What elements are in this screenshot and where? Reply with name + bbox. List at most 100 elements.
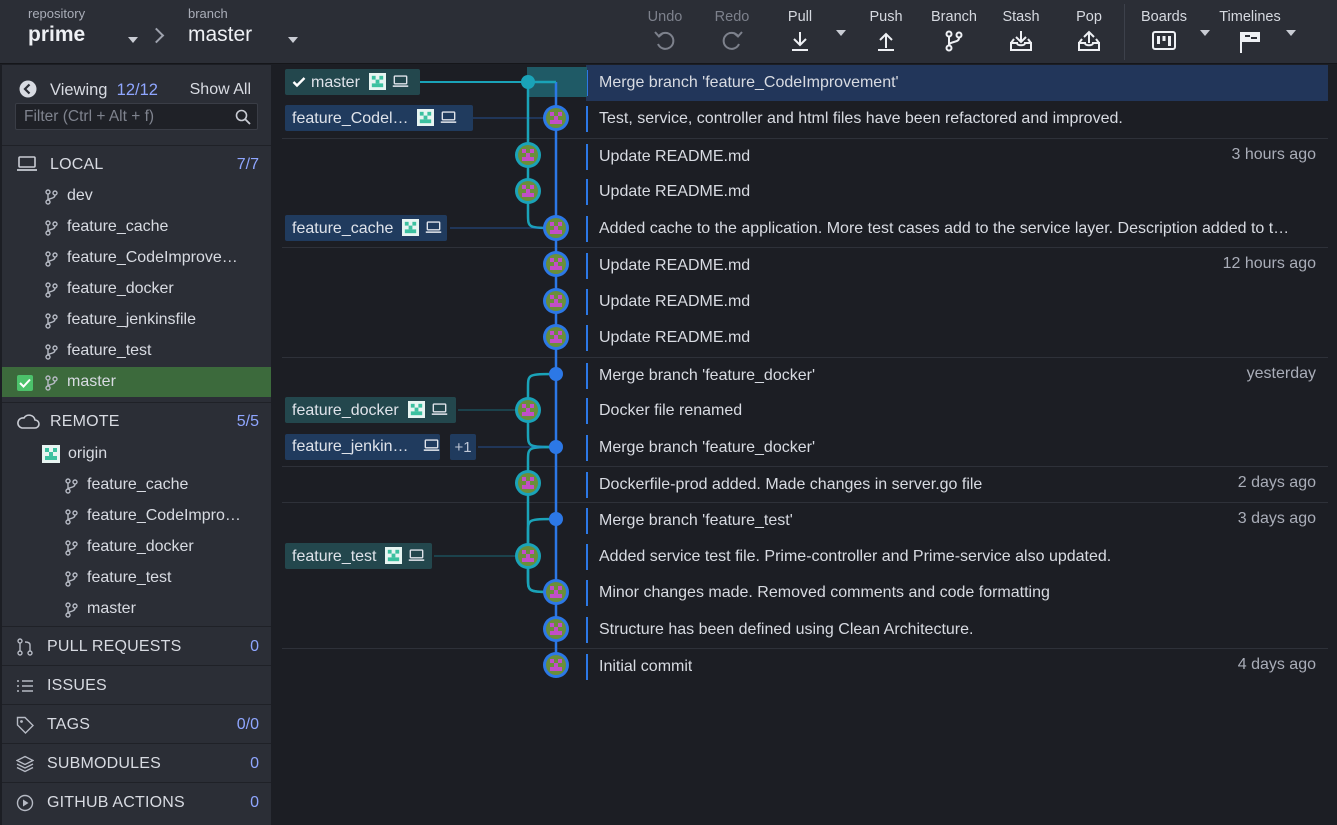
remote-branch-item[interactable]: feature_cache — [2, 470, 271, 500]
repository-name[interactable]: prime — [28, 23, 85, 47]
remote-branch-item[interactable]: feature_docker — [2, 532, 271, 562]
local-branch-item[interactable]: feature_jenkinsfile — [2, 305, 271, 335]
commit-avatar[interactable] — [515, 543, 541, 569]
stash-button[interactable]: Stash — [996, 0, 1046, 63]
commit-message-cell[interactable]: Initial commit 4 days ago — [586, 649, 1328, 685]
commit-message-cell[interactable]: Structure has been defined using Clean A… — [586, 612, 1328, 648]
commit-avatar[interactable] — [543, 288, 569, 314]
local-branch-item[interactable]: feature_test — [2, 336, 271, 366]
branch-ref-label[interactable]: master — [285, 69, 420, 95]
filter-placeholder: Filter (Ctrl + Alt + f) — [24, 108, 155, 125]
pop-button[interactable]: Pop — [1064, 0, 1114, 63]
commit-message: Dockerfile-prod added. Made changes in s… — [599, 476, 983, 493]
play-circle-icon — [16, 794, 34, 816]
merge-commit-dot[interactable] — [549, 512, 563, 526]
filter-input[interactable]: Filter (Ctrl + Alt + f) — [15, 103, 258, 130]
tags-section[interactable]: TAGS 0/0 — [2, 704, 271, 743]
commit-avatar[interactable] — [543, 616, 569, 642]
commit-message-cell[interactable]: Test, service, controller and html files… — [586, 101, 1328, 137]
commit-avatar[interactable] — [543, 652, 569, 678]
branch-ref-label[interactable]: feature_test — [285, 543, 432, 569]
commit-avatar[interactable] — [543, 215, 569, 241]
boards-button[interactable]: Boards — [1136, 0, 1192, 63]
local-section-header[interactable]: LOCAL 7/7 — [2, 145, 271, 181]
local-branch-item[interactable]: master — [2, 367, 271, 397]
commit-message-cell[interactable]: Update README.md 12 hours ago — [586, 248, 1328, 284]
branch-dropdown-icon[interactable] — [288, 37, 298, 43]
commit-message-cell[interactable]: Added cache to the application. More tes… — [586, 211, 1328, 247]
remote-origin[interactable]: origin — [2, 439, 271, 469]
more-refs-badge[interactable]: +1 — [450, 434, 476, 460]
commit-message-cell[interactable]: Update README.md 3 hours ago — [586, 139, 1328, 175]
github-actions-section[interactable]: GITHUB ACTIONS 0 — [2, 782, 271, 821]
commit-message-cell[interactable]: Merge branch 'feature_CodeImprovement' — [586, 65, 1328, 101]
pop-label: Pop — [1076, 9, 1102, 25]
merge-commit-dot[interactable] — [549, 367, 563, 381]
commit-avatar[interactable] — [515, 397, 541, 423]
commit-message-cell[interactable]: Update README.md — [586, 284, 1328, 320]
commit-message-cell[interactable]: Merge branch 'feature_docker' — [586, 430, 1328, 466]
commit-message-cell[interactable]: Update README.md — [586, 320, 1328, 356]
commit-avatar[interactable] — [515, 142, 541, 168]
laptop-icon — [426, 221, 442, 233]
checked-checkbox-icon[interactable] — [17, 375, 33, 391]
undo-button[interactable]: Undo — [640, 0, 690, 63]
local-branch-item[interactable]: feature_cache — [2, 212, 271, 242]
commit-message-cell[interactable]: Added service test file. Prime-controlle… — [586, 539, 1328, 575]
branch-icon — [45, 282, 58, 298]
branch-icon — [45, 375, 58, 391]
branch-name[interactable]: master — [188, 23, 252, 47]
local-branch-item[interactable]: feature_docker — [2, 274, 271, 304]
commit-avatar[interactable] — [543, 105, 569, 131]
pull-button[interactable]: Pull — [776, 0, 824, 63]
merge-commit-dot[interactable] — [549, 440, 563, 454]
commit-time: 4 days ago — [1237, 656, 1316, 673]
commit-message: Merge branch 'feature_CodeImprovement' — [599, 74, 899, 91]
local-branch-item[interactable]: dev — [2, 181, 271, 211]
remote-branch-item[interactable]: feature_CodeImpro… — [2, 501, 271, 531]
commit-message: Update README.md — [599, 183, 751, 200]
branch-selector[interactable]: branch master — [188, 6, 252, 47]
local-branch-item[interactable]: feature_CodeImprove… — [2, 243, 271, 273]
commit-time: 12 hours ago — [1222, 255, 1316, 272]
branch-ref-label[interactable]: feature_jenkin… — [285, 434, 440, 460]
commit-message-cell[interactable]: Minor changes made. Removed comments and… — [586, 575, 1328, 611]
pull-options-icon[interactable] — [836, 30, 846, 36]
branch-ref-label[interactable]: feature_docker — [285, 397, 456, 423]
commit-avatar[interactable] — [543, 324, 569, 350]
commit-avatar[interactable] — [515, 178, 541, 204]
commit-message-cell[interactable]: Dockerfile-prod added. Made changes in s… — [586, 467, 1328, 503]
download-arrow-icon — [792, 32, 808, 51]
commit-avatar[interactable] — [543, 251, 569, 277]
timelines-button[interactable]: Timelines — [1214, 0, 1286, 63]
origin-avatar-icon — [42, 445, 60, 463]
back-arrow-icon[interactable] — [19, 80, 37, 98]
remote-section-header[interactable]: REMOTE 5/5 — [2, 402, 271, 438]
commit-message-cell[interactable]: Merge branch 'feature_test' 3 days ago — [586, 503, 1328, 539]
pull-requests-section[interactable]: PULL REQUESTS 0 — [2, 626, 271, 665]
remote-branch-item[interactable]: feature_test — [2, 563, 271, 593]
push-button[interactable]: Push — [862, 0, 910, 63]
branch-button[interactable]: Branch — [926, 0, 982, 63]
submodules-section[interactable]: SUBMODULES 0 — [2, 743, 271, 782]
commit-avatar[interactable] — [543, 579, 569, 605]
branch-ref-label[interactable]: feature_cache — [285, 215, 447, 241]
commit-message: Merge branch 'feature_docker' — [599, 439, 816, 456]
branch-ref-label[interactable]: feature_Codel… — [285, 105, 473, 131]
commit-message: Update README.md — [599, 329, 751, 346]
redo-button[interactable]: Redo — [707, 0, 757, 63]
commit-message-cell[interactable]: Docker file renamed — [586, 393, 1328, 429]
boards-options-icon[interactable] — [1200, 30, 1210, 36]
commit-message-cell[interactable]: Update README.md — [586, 174, 1328, 210]
commit-message-cell[interactable]: Merge branch 'feature_docker' yesterday — [586, 358, 1328, 394]
repository-dropdown-icon[interactable] — [128, 37, 138, 43]
issues-section[interactable]: ISSUES — [2, 665, 271, 704]
show-all-button[interactable]: Show All — [190, 81, 251, 99]
branch-ref-name: feature_test — [292, 548, 377, 565]
remote-branch-item[interactable]: master — [2, 594, 271, 624]
branch-icon — [45, 251, 58, 267]
merge-commit-dot[interactable] — [521, 75, 535, 89]
commit-avatar[interactable] — [515, 470, 541, 496]
repository-selector[interactable]: repository prime — [28, 6, 85, 47]
timelines-options-icon[interactable] — [1286, 30, 1296, 36]
